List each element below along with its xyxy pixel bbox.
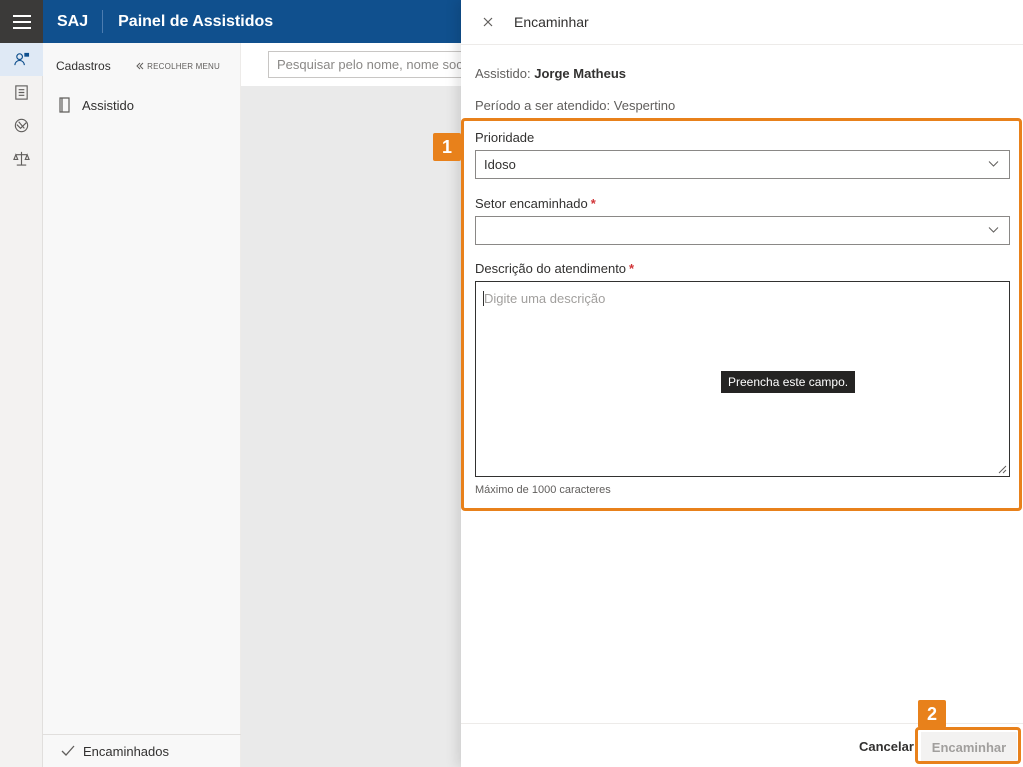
periodo-info: Período a ser atendido: Vespertino xyxy=(475,98,676,113)
sidenav-footer-encaminhados[interactable]: Encaminhados xyxy=(43,734,241,767)
page-title: Painel de Assistidos xyxy=(118,12,274,30)
rail-item-scales[interactable] xyxy=(0,142,43,175)
panel-title: Encaminhar xyxy=(514,14,589,30)
hamburger-icon xyxy=(12,14,31,29)
rail-item-assistidos[interactable] xyxy=(0,43,43,76)
sidenav-footer-label: Encaminhados xyxy=(83,743,169,759)
sidebar-item-label: Assistido xyxy=(82,97,135,113)
sidebar-item-assistido[interactable]: Assistido xyxy=(43,73,240,113)
checkmark-icon xyxy=(61,745,75,756)
book-icon xyxy=(59,97,70,113)
step-badge-1: 1 xyxy=(433,133,461,161)
sidenav-title: Cadastros xyxy=(56,59,111,73)
double-chevron-left-icon xyxy=(136,62,144,70)
highlight-box-submit xyxy=(915,727,1021,764)
sidenav-header: Cadastros RECOLHER MENU xyxy=(43,43,240,73)
side-navigation: Cadastros RECOLHER MENU Assistido Encami… xyxy=(43,43,241,767)
collapse-menu-button[interactable]: RECOLHER MENU xyxy=(136,62,220,71)
close-panel-button[interactable] xyxy=(481,15,495,29)
app-rail xyxy=(0,0,43,767)
close-icon xyxy=(483,17,493,27)
panel-header: Encaminhar xyxy=(461,0,1023,45)
assistido-info: Assistido: Jorge Matheus xyxy=(475,66,626,81)
brand-logo[interactable]: SAJ xyxy=(43,10,104,33)
rail-item-handshake[interactable] xyxy=(0,109,43,142)
step-badge-2: 2 xyxy=(918,700,946,728)
hamburger-menu-button[interactable] xyxy=(0,0,43,43)
highlight-box-form xyxy=(461,118,1022,511)
list-document-icon xyxy=(15,85,28,100)
assistido-label: Assistido: xyxy=(475,66,531,81)
person-badge-icon xyxy=(14,52,30,66)
handshake-icon xyxy=(14,118,29,133)
scales-icon xyxy=(13,151,30,166)
rail-item-lists[interactable] xyxy=(0,76,43,109)
assistido-name: Jorge Matheus xyxy=(534,66,627,81)
collapse-menu-label: RECOLHER MENU xyxy=(147,61,220,71)
cancel-button[interactable]: Cancelar xyxy=(859,739,914,754)
